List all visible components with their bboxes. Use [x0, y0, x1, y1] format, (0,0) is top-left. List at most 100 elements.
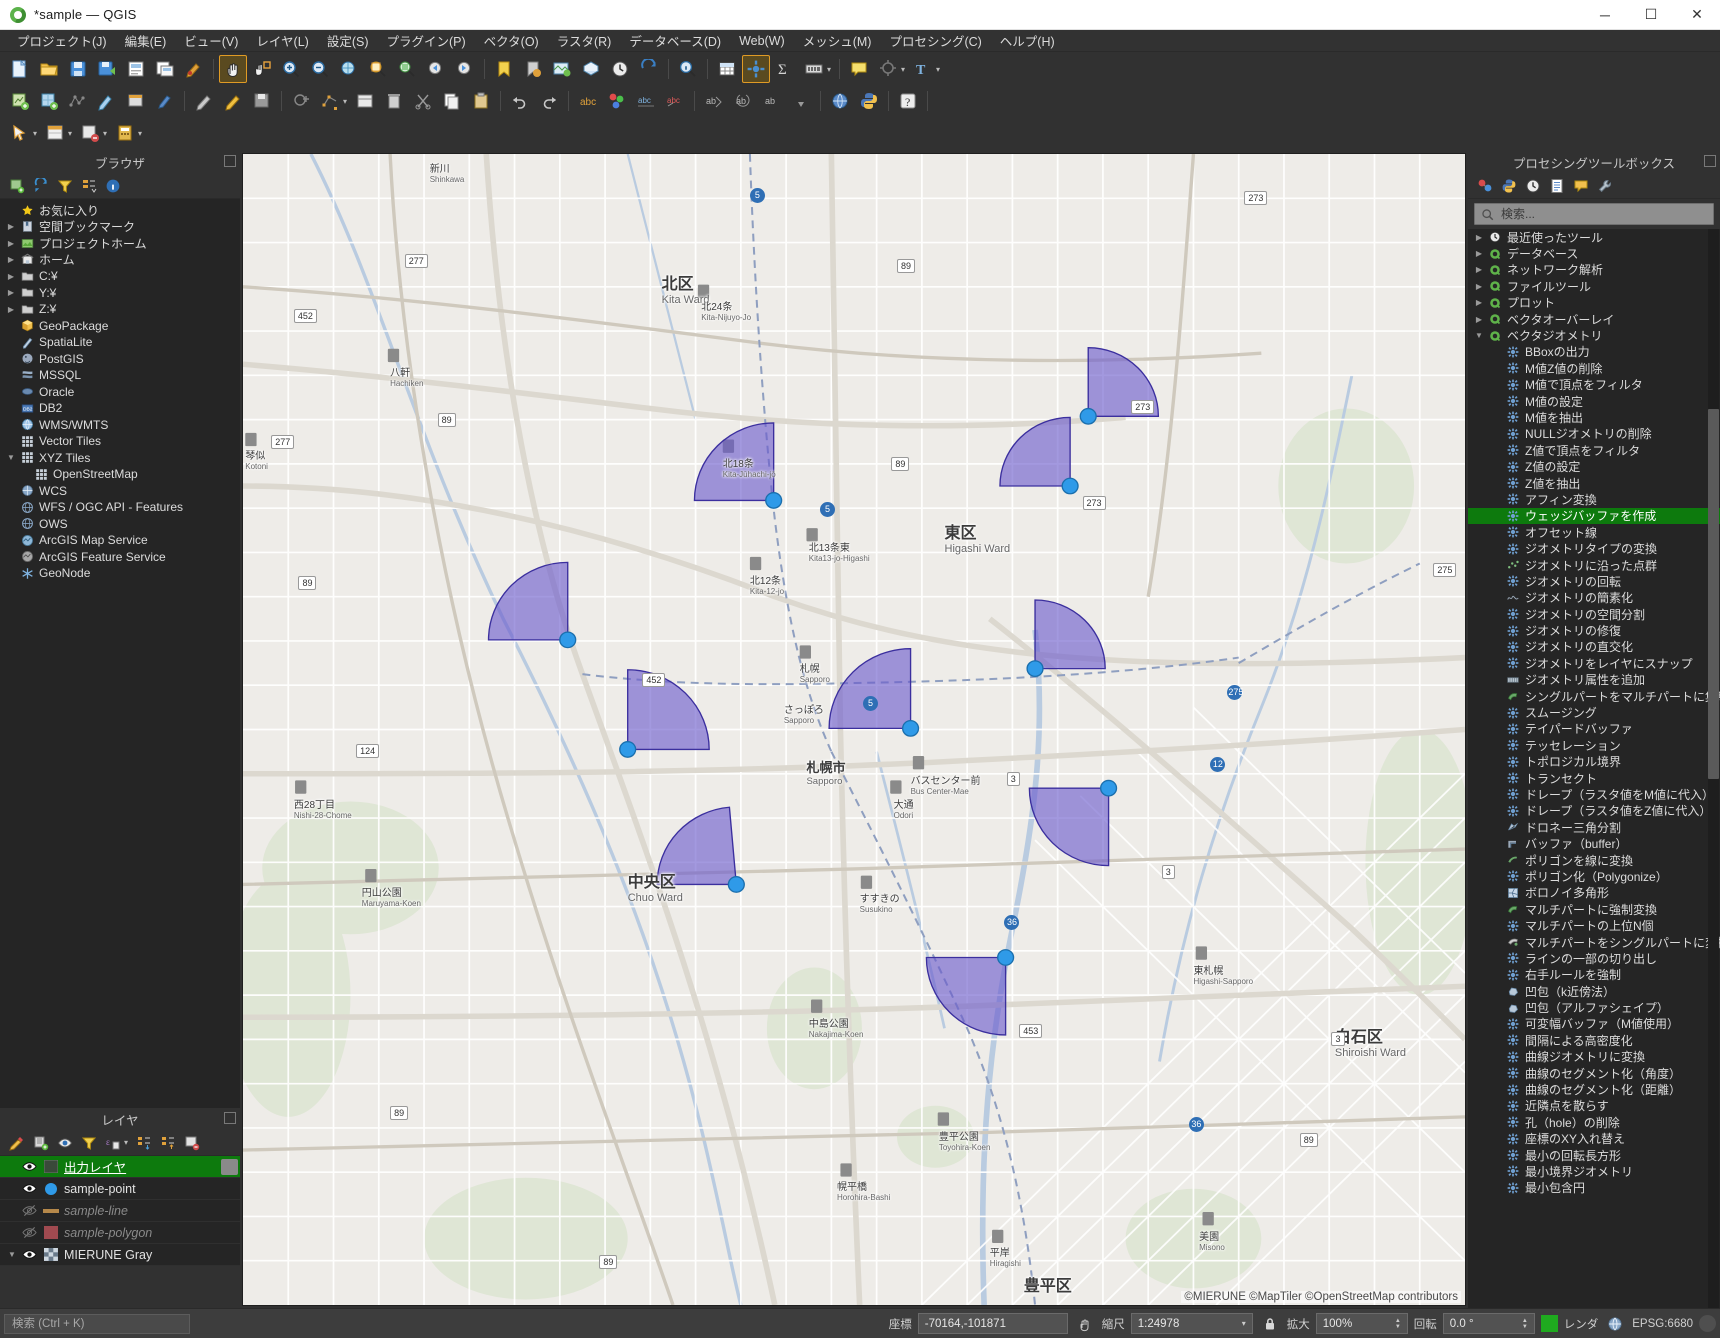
browser-item-7[interactable]: GeoPackage: [0, 318, 240, 335]
deselect-features-button[interactable]: [76, 119, 104, 147]
log-icon[interactable]: [1546, 175, 1568, 197]
processing-search-input[interactable]: [1499, 206, 1707, 222]
select-by-expression-button[interactable]: [41, 119, 69, 147]
processing-search-box[interactable]: [1474, 203, 1714, 225]
cut-features-button[interactable]: [409, 87, 437, 115]
processing-tool-48[interactable]: 座標のXY入れ替え: [1468, 1130, 1720, 1146]
select-features-button[interactable]: [6, 119, 34, 147]
processing-tool-44[interactable]: 曲線のセグメント化（角度）: [1468, 1065, 1720, 1081]
collapse-all-layers-icon[interactable]: [157, 1132, 179, 1154]
chevron-down-icon-scale[interactable]: ▾: [1242, 1319, 1246, 1328]
change-label-button[interactable]: ab: [758, 87, 786, 115]
menu-item-9[interactable]: Web(W): [730, 32, 794, 50]
processing-tool-29[interactable]: ドロネー三角分割: [1468, 819, 1720, 835]
processing-tool-51[interactable]: 最小包含円: [1468, 1180, 1720, 1196]
processing-tool-8[interactable]: Z値を抽出: [1468, 475, 1720, 491]
processing-float-button[interactable]: [1704, 155, 1716, 167]
processing-tool-41[interactable]: 可変幅バッファ（M値使用）: [1468, 1016, 1720, 1032]
processing-tool-34[interactable]: マルチパートに強制変換: [1468, 901, 1720, 917]
current-edits-button[interactable]: [190, 87, 218, 115]
pin-label-button[interactable]: [787, 87, 815, 115]
menu-item-2[interactable]: ビュー(V): [175, 29, 247, 52]
add-group-icon[interactable]: [30, 1132, 52, 1154]
processing-tool-47[interactable]: 孔（hole）の削除: [1468, 1114, 1720, 1130]
scale-combo[interactable]: 1:24978 ▾: [1130, 1313, 1253, 1334]
processing-tool-6[interactable]: Z値で頂点をフィルタ: [1468, 442, 1720, 458]
processing-group-5[interactable]: ▶ ベクタオーバーレイ: [1468, 311, 1720, 327]
processing-tool-5[interactable]: NULLジオメトリの削除: [1468, 426, 1720, 442]
label-toggle-button[interactable]: abc: [574, 87, 602, 115]
zoom-last-button[interactable]: [422, 55, 450, 83]
locator-search-box[interactable]: [4, 1313, 190, 1334]
expand-arrow-icon[interactable]: ▼: [6, 1250, 18, 1259]
menu-item-8[interactable]: データベース(D): [620, 29, 730, 52]
menu-item-1[interactable]: 編集(E): [116, 29, 176, 52]
processing-tool-46[interactable]: 近隣点を散らす: [1468, 1098, 1720, 1114]
paste-features-button[interactable]: [467, 87, 495, 115]
layer-labeling-button[interactable]: [603, 87, 631, 115]
add-vector-layer-button[interactable]: [6, 87, 34, 115]
browser-item-17[interactable]: WCS: [0, 483, 240, 500]
toggle-extents-icon[interactable]: [1074, 1313, 1096, 1335]
processing-tool-30[interactable]: バッファ（buffer）: [1468, 835, 1720, 851]
open-attribute-table-button[interactable]: [713, 55, 741, 83]
menu-item-0[interactable]: プロジェクト(J): [8, 29, 116, 52]
layers-list[interactable]: 出力レイヤ sample-point sample-line sample-polyg…: [0, 1156, 240, 1266]
show-bookmarks-button[interactable]: [519, 55, 547, 83]
zoom-to-layer-button[interactable]: [393, 55, 421, 83]
expand-arrow-icon[interactable]: ▶: [4, 255, 18, 264]
chevron-down-icon-legend[interactable]: ▾: [124, 1138, 128, 1147]
options-icon[interactable]: [1594, 175, 1616, 197]
move-label-button[interactable]: ab: [700, 87, 728, 115]
processing-tool-39[interactable]: 凹包（k近傍法）: [1468, 983, 1720, 999]
rotation-spinbox[interactable]: 0.0 ° ▲ ▼: [1442, 1313, 1535, 1334]
browser-tree[interactable]: お気に入り ▶ 空間ブックマーク ▶ プロジェクトホーム ▶ ホーム ▶ C:¥ ▶ Y:¥ ▶ Z:¥…: [0, 199, 240, 1108]
temporal-controller-button[interactable]: [606, 55, 634, 83]
map-tips-button[interactable]: [845, 55, 873, 83]
processing-tool-14[interactable]: ジオメトリの回転: [1468, 573, 1720, 589]
add-postgis-layer-button[interactable]: [122, 87, 150, 115]
pan-to-selection-button[interactable]: [248, 55, 276, 83]
expand-arrow-icon[interactable]: ▶: [1472, 298, 1486, 307]
save-layer-edits-button[interactable]: [248, 87, 276, 115]
expand-arrow-icon[interactable]: ▶: [1472, 282, 1486, 291]
layer-visibility-checkbox[interactable]: [18, 1181, 40, 1196]
menu-item-12[interactable]: ヘルプ(H): [991, 29, 1064, 52]
processing-tool-16[interactable]: ジオメトリの空間分割: [1468, 606, 1720, 622]
refresh-button[interactable]: [635, 55, 663, 83]
expand-arrow-icon[interactable]: ▶: [1472, 315, 1486, 324]
filter-icon[interactable]: [54, 175, 76, 197]
crs-value[interactable]: EPSG:6680: [1632, 1318, 1693, 1330]
save-project-as-button[interactable]: [93, 55, 121, 83]
history-icon[interactable]: [1522, 175, 1544, 197]
browser-float-button[interactable]: [224, 155, 236, 167]
close-button[interactable]: ✕: [1674, 0, 1720, 30]
processing-tool-32[interactable]: ポリゴン化（Polygonize）: [1468, 868, 1720, 884]
python-console-button[interactable]: [855, 87, 883, 115]
expand-arrow-icon[interactable]: ▶: [4, 305, 18, 314]
processing-group-4[interactable]: ▶ プロット: [1468, 295, 1720, 311]
new-map-view-button[interactable]: [548, 55, 576, 83]
map-canvas[interactable]: 北区 Kita Ward 東区 Higashi Ward 中央区 Chuo Ward 白石区…: [242, 153, 1466, 1306]
browser-item-19[interactable]: OWS: [0, 516, 240, 533]
processing-tool-18[interactable]: ジオメトリの直交化: [1468, 639, 1720, 655]
processing-tool-37[interactable]: ラインの一部の切り出し: [1468, 950, 1720, 966]
layer-visibility-checkbox[interactable]: [18, 1203, 40, 1218]
processing-tool-24[interactable]: テッセレーション: [1468, 737, 1720, 753]
processing-tool-9[interactable]: アフィン変換: [1468, 491, 1720, 507]
filter-legend-icon[interactable]: [78, 1132, 100, 1154]
magnifier-spinbox[interactable]: 100% ▲ ▼: [1315, 1313, 1408, 1334]
expand-arrow-icon[interactable]: ▶: [1472, 265, 1486, 274]
processing-tool-3[interactable]: M値の設定: [1468, 393, 1720, 409]
processing-tool-12[interactable]: ジオメトリタイプの変換: [1468, 540, 1720, 556]
crs-globe-icon[interactable]: [1604, 1313, 1626, 1335]
processing-tool-20[interactable]: ジオメトリ属性を追加: [1468, 672, 1720, 688]
processing-tool-35[interactable]: マルチパートの上位N個: [1468, 917, 1720, 933]
layer-visibility-checkbox[interactable]: [18, 1247, 40, 1262]
browser-item-21[interactable]: ArcGIS Feature Service: [0, 549, 240, 566]
processing-tool-10[interactable]: ウェッジバッファを作成: [1468, 507, 1720, 525]
zoom-next-button[interactable]: [451, 55, 479, 83]
layout-manager-button[interactable]: [151, 55, 179, 83]
style-manager-button[interactable]: [180, 55, 208, 83]
browser-item-15[interactable]: ▼ XYZ Tiles: [0, 450, 240, 467]
